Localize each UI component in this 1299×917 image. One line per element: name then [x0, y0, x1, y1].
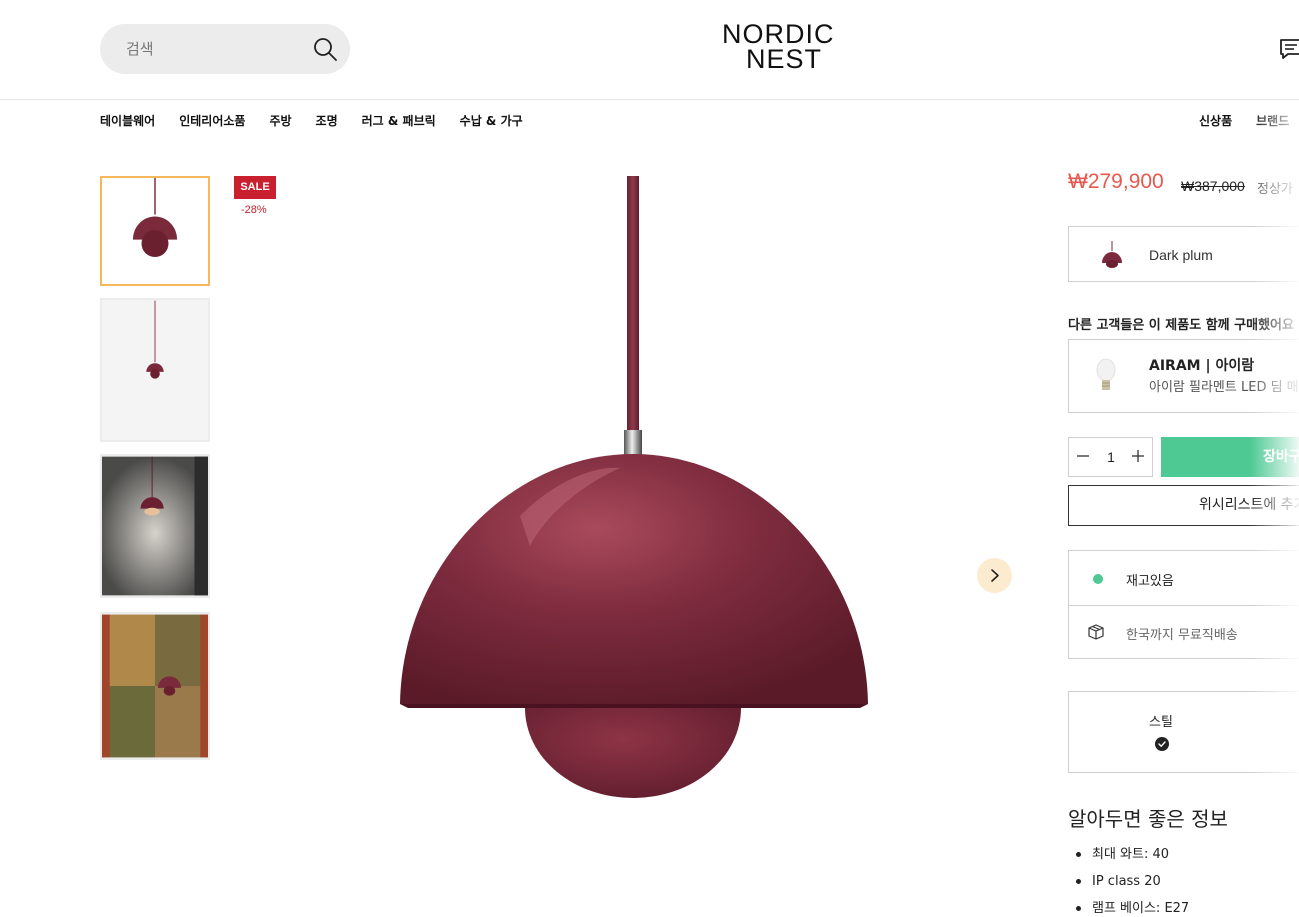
in-stock-indicator	[1093, 574, 1103, 584]
lamp-thumbnail-image	[102, 178, 208, 284]
recommended-description: 아이람 필라멘트 LED 딤 매	[1149, 380, 1299, 395]
lamp-distance-image	[102, 300, 208, 440]
quantity-increase-button[interactable]	[1128, 446, 1148, 466]
material-selector[interactable]: 스틸	[1068, 691, 1299, 773]
also-bought-heading: 다른 고객들은 이 제품도 함께 구매했어요	[1068, 318, 1294, 333]
nav-item-lighting[interactable]: 조명	[316, 112, 338, 129]
variant-selector[interactable]: Dark plum	[1068, 226, 1299, 282]
nav-item-brands[interactable]: 브랜드	[1256, 112, 1289, 129]
nav-item-interior[interactable]: 인테리어소품	[179, 112, 245, 129]
availability-box: 재고있음 한국까지 무료직배송	[1068, 550, 1299, 659]
site-header: NORDIC NEST	[0, 0, 1299, 100]
minus-icon	[1077, 455, 1089, 457]
info-heading: 알아두면 좋은 정보	[1068, 807, 1228, 831]
quantity-stepper[interactable]: 1	[1068, 437, 1153, 477]
logo-line-2: NEST	[746, 44, 823, 74]
plus-icon	[1132, 450, 1144, 462]
info-list: 최대 와트: 40 IP class 20 램프 베이스: E27	[1073, 846, 1189, 917]
lamp-marble-image	[102, 614, 208, 758]
stock-status: 재고있음	[1126, 574, 1174, 589]
check-circle-icon	[1155, 737, 1169, 751]
product-thumbnail-4[interactable]	[100, 612, 210, 760]
sale-badge: SALE	[234, 176, 276, 199]
pendant-lamp-image	[400, 176, 868, 798]
availability-divider	[1069, 605, 1299, 606]
nav-item-storage-furniture[interactable]: 수납 & 가구	[460, 112, 523, 129]
category-nav: 테이블웨어 인테리어소품 주방 조명 러그 & 패브릭 수납 & 가구	[100, 112, 523, 129]
next-image-button[interactable]	[977, 558, 1012, 593]
chat-icon[interactable]	[1278, 36, 1299, 62]
recommended-brand: AIRAM | 아이람	[1149, 358, 1255, 374]
quantity-value[interactable]: 1	[1099, 449, 1123, 465]
chevron-right-icon	[991, 569, 999, 582]
info-item-lamp-base: 램프 베이스: E27	[1073, 900, 1189, 917]
nav-item-rugs-fabric[interactable]: 러그 & 패브릭	[362, 112, 436, 129]
shipping-info: 한국까지 무료직배송	[1126, 628, 1238, 643]
variant-label: Dark plum	[1149, 247, 1213, 263]
add-to-cart-button[interactable]: 장바구니	[1161, 437, 1299, 477]
original-price: ₩387,000	[1181, 178, 1245, 194]
regular-price-label: 정상가	[1257, 182, 1293, 197]
sale-price: ₩279,900	[1068, 170, 1164, 193]
product-thumbnail-1[interactable]	[100, 176, 210, 286]
material-label: 스틸	[1149, 715, 1173, 730]
bulb-icon	[1096, 358, 1116, 390]
search-bar[interactable]	[100, 24, 350, 74]
search-input[interactable]	[126, 24, 306, 74]
nav-item-kitchen[interactable]: 주방	[269, 112, 291, 129]
search-icon[interactable]	[312, 36, 338, 62]
lamp-interior-image	[102, 456, 208, 596]
secondary-nav: 신상품 브랜드	[1199, 112, 1289, 129]
main-product-image[interactable]	[380, 176, 890, 806]
recommended-product-card[interactable]: AIRAM | 아이람 아이람 필라멘트 LED 딤 매	[1068, 339, 1299, 413]
box-icon	[1088, 624, 1104, 640]
add-to-wishlist-button[interactable]: 위시리스트에 추가	[1068, 485, 1299, 526]
nav-item-tableware[interactable]: 테이블웨어	[100, 112, 155, 129]
product-thumbnail-2[interactable]	[100, 298, 210, 442]
discount-percent: -28%	[241, 204, 267, 216]
site-logo[interactable]: NORDIC NEST	[722, 21, 842, 78]
variant-thumbnail	[1102, 241, 1122, 268]
info-item-ip-class: IP class 20	[1073, 873, 1189, 900]
quantity-decrease-button[interactable]	[1073, 446, 1093, 466]
product-thumbnail-3[interactable]	[100, 454, 210, 598]
nav-item-new[interactable]: 신상품	[1199, 112, 1232, 129]
info-item-max-watt: 최대 와트: 40	[1073, 846, 1189, 873]
